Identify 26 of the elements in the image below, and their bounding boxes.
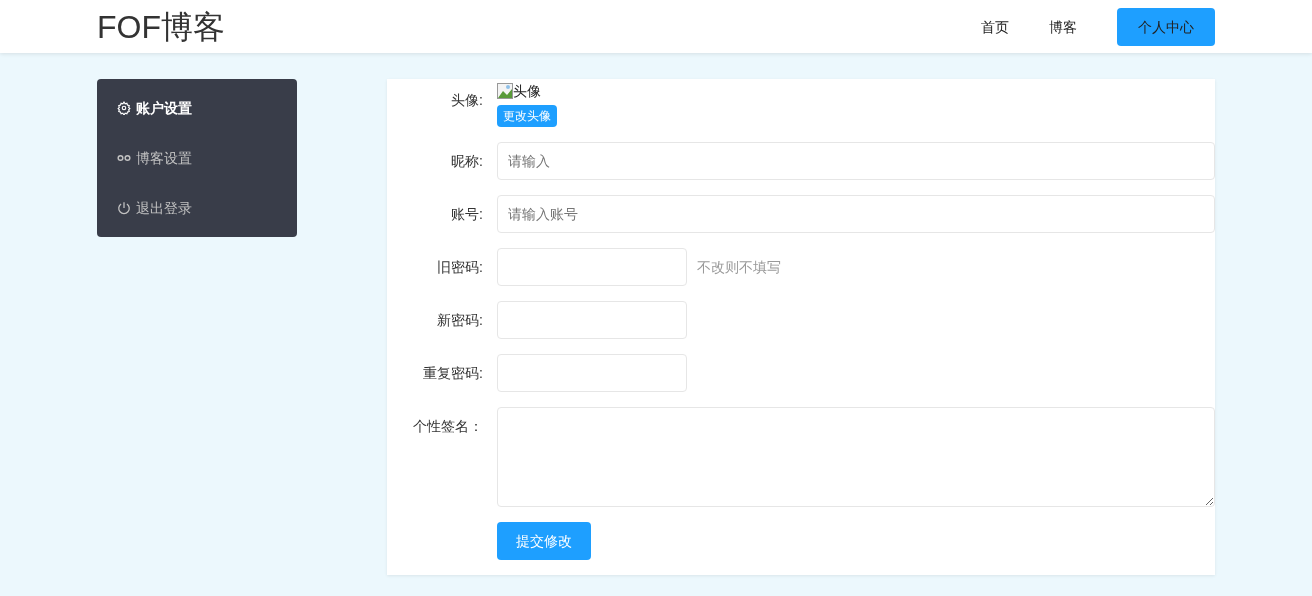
field-label: 账号: — [450, 205, 483, 224]
power-icon — [117, 201, 131, 215]
field-label: 头像: — [450, 91, 483, 110]
signature-field[interactable] — [497, 407, 1215, 507]
sidebar-item[interactable]: 账户设置 — [97, 83, 297, 133]
sidebar-item[interactable]: 博客设置 — [97, 133, 297, 183]
site-logo[interactable]: FOF博客 — [97, 10, 225, 43]
nav-link[interactable]: 博客 — [1029, 7, 1097, 46]
field-label: 重复密码: — [422, 364, 483, 383]
input-field[interactable]: 请输入 — [497, 142, 1215, 180]
broken-image-icon — [497, 83, 513, 99]
sidebar-item[interactable]: 退出登录 — [97, 183, 297, 233]
input-field[interactable] — [497, 301, 687, 339]
field-label: 旧密码: — [436, 258, 483, 277]
field-label: 昵称: — [450, 152, 483, 171]
input-field[interactable] — [497, 354, 687, 392]
field-label: 新密码: — [436, 311, 483, 330]
link-icon — [117, 153, 131, 163]
nav-link[interactable]: 首页 — [961, 7, 1029, 46]
gear-icon — [117, 101, 131, 115]
image-alt-text: 头像 — [513, 82, 541, 101]
field-hint: 不改则不填写 — [697, 258, 781, 277]
input-field[interactable] — [497, 248, 687, 286]
input-field[interactable]: 请输入账号 — [497, 195, 1215, 233]
field-label: 个性签名： — [412, 417, 483, 436]
nav-link[interactable]: 个人中心 — [1117, 7, 1215, 46]
